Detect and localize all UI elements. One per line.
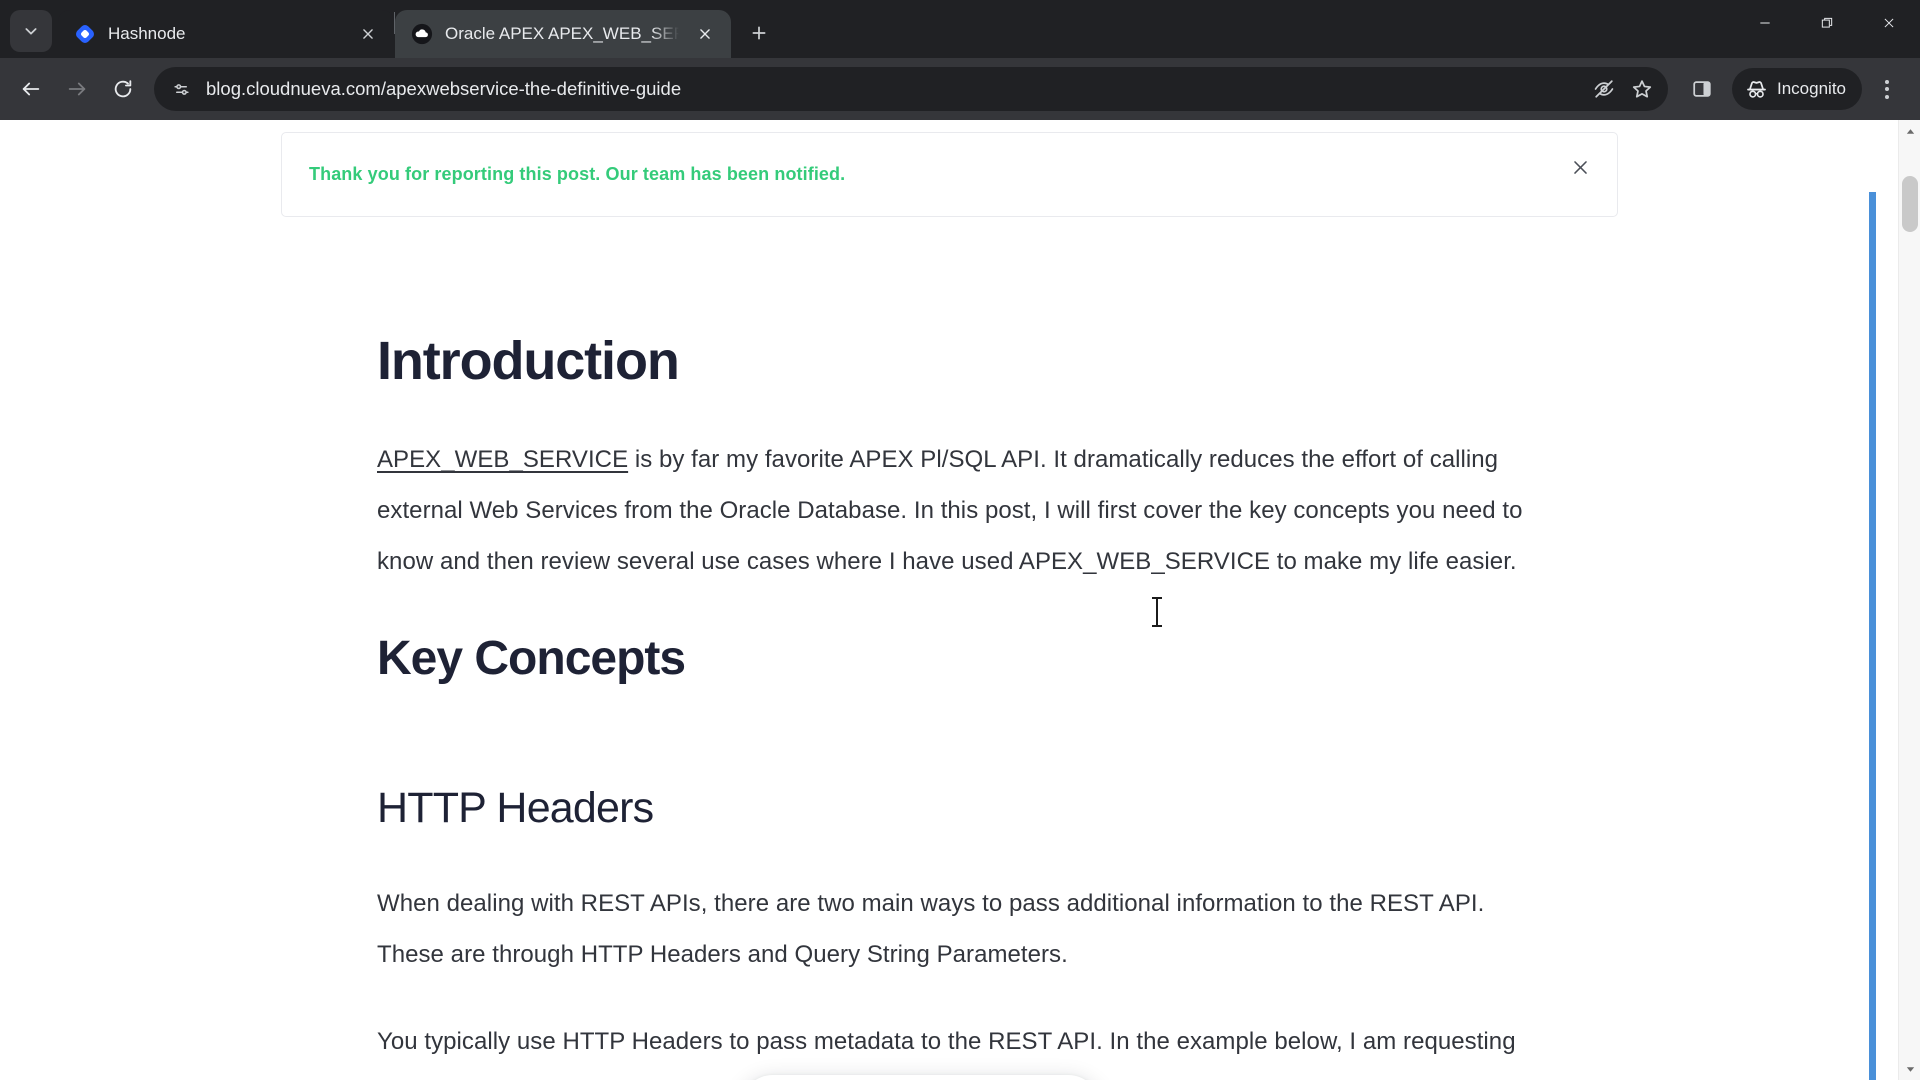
browser-toolbar: blog.cloudnueva.com/apexwebservice-the-d… [0, 58, 1920, 120]
reload-icon [114, 80, 132, 98]
side-panel-icon [1693, 81, 1711, 97]
chevron-down-icon [25, 28, 37, 35]
reload-button[interactable] [102, 68, 144, 110]
article-body: Introduction APEX_WEB_SERVICE is by far … [377, 330, 1537, 1080]
tab-close-button[interactable] [691, 20, 719, 48]
paragraph-http-2a: You typically use HTTP Headers to pass m… [377, 1027, 1516, 1080]
tab-title: Hashnode [108, 24, 186, 43]
address-bar[interactable]: blog.cloudnueva.com/apexwebservice-the-d… [154, 67, 1668, 111]
heading-introduction: Introduction [377, 331, 680, 391]
paragraph-introduction: APEX_WEB_SERVICE is by far my favorite A… [377, 434, 1537, 587]
minimize-button[interactable] [1734, 0, 1796, 46]
close-icon [1573, 160, 1587, 174]
forward-arrow-icon [68, 82, 86, 96]
url-text: blog.cloudnueva.com/apexwebservice-the-d… [206, 78, 682, 99]
banner-message: Thank you for reporting this post. Our t… [309, 164, 846, 184]
window-controls [1734, 0, 1920, 46]
omnibox-actions [1586, 71, 1660, 107]
browser-window: Hashnode Oracle APEX APEX_WEB_SERVIC [0, 0, 1920, 1080]
text-cursor [1152, 597, 1162, 627]
tab-search-button[interactable] [10, 10, 52, 52]
tracking-protection-button[interactable] [1586, 71, 1622, 107]
page-viewport: Thank you for reporting this post. Our t… [0, 120, 1920, 1080]
close-icon [363, 29, 373, 39]
paragraph-http-headers-2: You typically use HTTP Headers to pass m… [377, 1016, 1537, 1080]
scroll-up-button[interactable] [1899, 120, 1920, 142]
tab-strip: Hashnode Oracle APEX APEX_WEB_SERVIC [0, 0, 1920, 58]
close-icon [700, 29, 710, 39]
incognito-indicator[interactable]: Incognito [1732, 68, 1862, 110]
scroll-down-button[interactable] [1899, 1058, 1920, 1080]
tab-hashnode[interactable]: Hashnode [58, 10, 394, 58]
forward-button[interactable] [56, 68, 98, 110]
bookmark-page-button[interactable] [1624, 71, 1660, 107]
three-dot-menu-icon [1885, 79, 1889, 84]
chevron-up-icon [1906, 128, 1914, 134]
report-confirmation-banner: Thank you for reporting this post. Our t… [281, 132, 1618, 217]
new-tab-button[interactable] [739, 13, 779, 53]
maximize-button[interactable] [1796, 0, 1858, 46]
heading-key-concepts: Key Concepts [377, 632, 686, 686]
paragraph-http-headers-1: When dealing with REST APIs, there are t… [377, 889, 1485, 968]
banner-close-button[interactable] [1565, 152, 1595, 182]
star-icon [1632, 80, 1652, 98]
tab-close-button[interactable] [354, 20, 382, 48]
eye-slash-icon [1594, 80, 1614, 98]
restore-icon [1821, 17, 1833, 28]
tune-sliders-icon[interactable] [166, 74, 196, 104]
back-arrow-icon [22, 82, 40, 96]
scrollbar-thumb[interactable] [1902, 176, 1918, 232]
hashnode-diamond-icon [74, 23, 96, 45]
tab-title: Oracle APEX APEX_WEB_SERVIC [445, 24, 679, 43]
focus-highlight-strip [1869, 192, 1876, 1080]
cloud-icon [411, 23, 433, 45]
heading-http-headers: HTTP Headers [377, 784, 654, 833]
apex-web-service-link[interactable]: APEX_WEB_SERVICE [377, 446, 628, 473]
close-icon [1884, 18, 1894, 28]
incognito-hat-icon [1747, 80, 1766, 98]
web-page-content: Thank you for reporting this post. Our t… [0, 120, 1898, 1080]
page-scrollbar[interactable] [1898, 120, 1920, 1080]
article-action-toolbar: 13 [740, 1075, 1101, 1080]
chevron-down-icon [1906, 1066, 1914, 1072]
tab-oracle-apex[interactable]: Oracle APEX APEX_WEB_SERVIC [395, 10, 731, 58]
minimize-icon [1760, 22, 1770, 24]
browser-menu-button[interactable] [1866, 68, 1908, 110]
close-window-button[interactable] [1858, 0, 1920, 46]
incognito-label: Incognito [1777, 79, 1846, 98]
back-button[interactable] [10, 68, 52, 110]
side-panel-button[interactable] [1680, 67, 1724, 111]
plus-icon [752, 26, 766, 40]
